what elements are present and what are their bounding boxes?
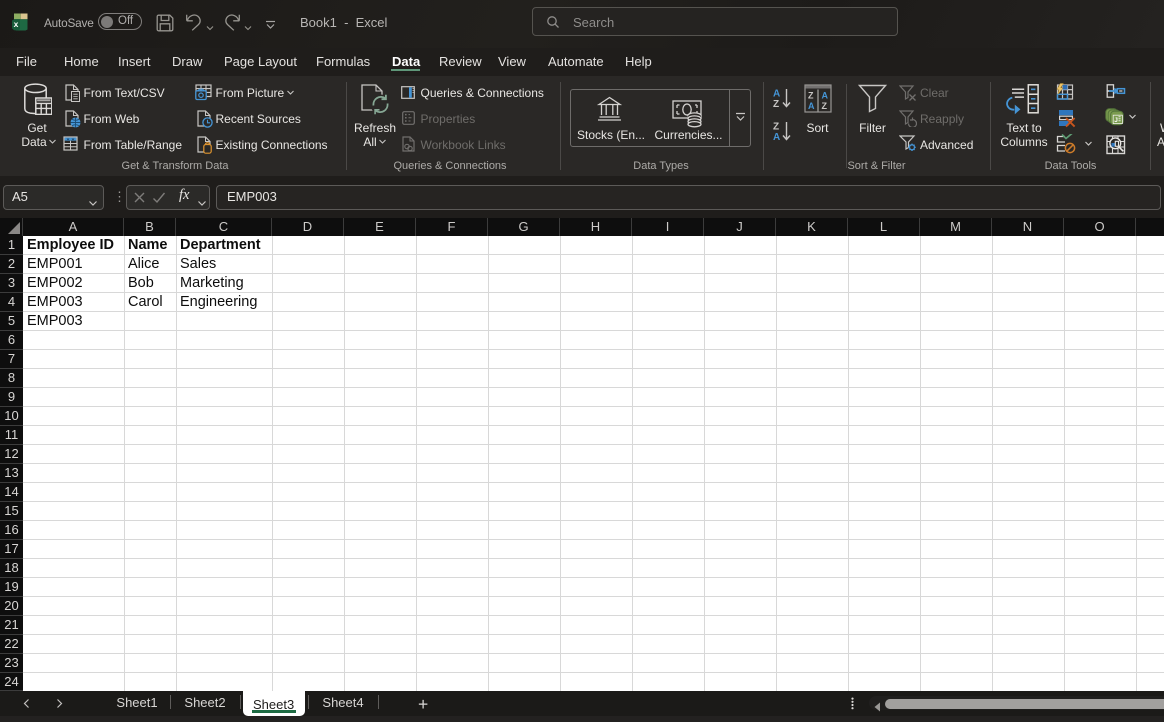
svg-text:Z: Z [773,99,779,110]
svg-text:A: A [822,91,829,101]
svg-text:Z: Z [822,101,828,111]
svg-text:A: A [808,101,815,111]
svg-text:A: A [773,132,780,143]
svg-text:J: J [1114,117,1118,124]
svg-text:x: x [14,19,19,29]
svg-text:Z: Z [773,122,779,133]
svg-text:Z: Z [808,91,814,101]
svg-text:A: A [773,89,780,100]
